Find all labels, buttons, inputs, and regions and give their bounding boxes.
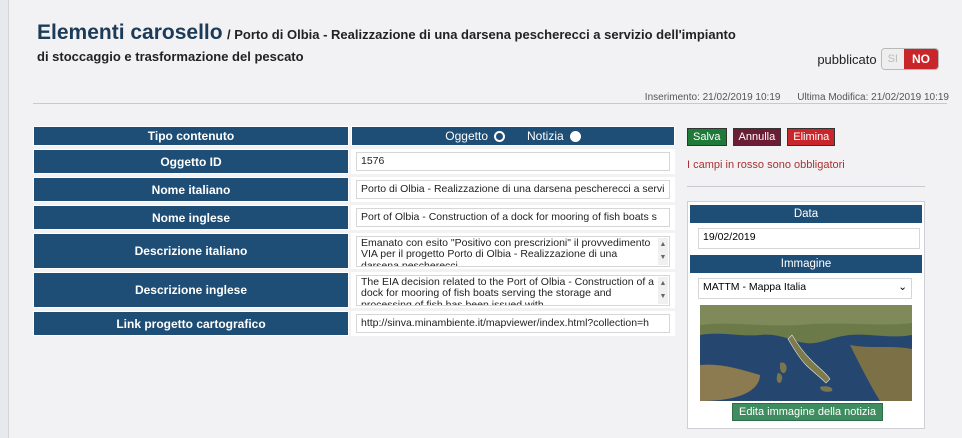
link-cartografico-input[interactable]: http://sinva.minambiente.it/mapviewer/in… — [356, 314, 670, 333]
descrizione-inglese-label: Descrizione inglese — [33, 272, 349, 308]
nome-inglese-input[interactable]: Port of Olbia - Construction of a dock f… — [356, 208, 670, 227]
italy-satellite-map-icon — [700, 305, 912, 401]
publish-label: pubblicato — [817, 51, 877, 67]
type-option-notizia-label: Notizia — [527, 129, 564, 143]
save-button[interactable]: Salva — [687, 128, 727, 146]
link-cartografico-cell: http://sinva.minambiente.it/mapviewer/in… — [351, 311, 675, 336]
delete-button[interactable]: Elimina — [787, 128, 836, 146]
descrizione-italiano-cell: Emanato con esito "Positivo con prescriz… — [351, 233, 675, 269]
side-panel: Data 19/02/2019 Immagine MATTM - Mappa I… — [687, 201, 925, 429]
oggetto-id-label: Oggetto ID — [33, 149, 349, 174]
chevron-down-icon: ⌄ — [898, 281, 907, 293]
row-nome-italiano: Nome italiano Porto di Olbia - Realizzaz… — [33, 177, 677, 202]
descrizione-italiano-textarea[interactable]: Emanato con esito "Positivo con prescriz… — [356, 235, 670, 267]
row-descrizione-inglese: Descrizione inglese The EIA decision rel… — [33, 272, 677, 308]
page-title: Elementi carosello / Porto di Olbia - Re… — [37, 22, 737, 68]
publish-toggle-group: pubblicato SI NO — [817, 48, 939, 70]
page-title-main: Elementi carosello — [37, 21, 223, 44]
nome-italiano-cell: Porto di Olbia - Realizzazione di una da… — [351, 177, 675, 202]
publish-toggle-yes[interactable]: SI — [881, 49, 904, 69]
content-form: Tipo contenuto Oggetto Notizia Oggetto I… — [33, 126, 677, 339]
type-label: Tipo contenuto — [33, 126, 349, 146]
divider — [33, 103, 947, 104]
cancel-button[interactable]: Annulla — [732, 128, 782, 146]
date-input[interactable]: 19/02/2019 — [698, 228, 920, 249]
nome-inglese-label: Nome inglese — [33, 205, 349, 230]
nome-italiano-label: Nome italiano — [33, 177, 349, 202]
descrizione-inglese-cell: The EIA decision related to the Port of … — [351, 272, 675, 308]
type-options: Oggetto Notizia — [351, 126, 675, 146]
map-image — [700, 305, 912, 401]
image-select[interactable]: MATTM - Mappa Italia ⌄ — [698, 278, 912, 299]
required-note: I campi in rosso sono obbligatori — [687, 159, 845, 171]
descrizione-italiano-scrollbar[interactable]: ▲ ▼ — [658, 237, 668, 265]
row-nome-inglese: Nome inglese Port of Olbia - Constructio… — [33, 205, 677, 230]
type-option-oggetto-radio[interactable] — [494, 130, 505, 142]
date-header: Data — [690, 205, 922, 223]
action-buttons: Salva Annulla Elimina — [687, 128, 836, 146]
row-link-cartografico: Link progetto cartografico http://sinva.… — [33, 311, 677, 336]
page: Elementi carosello / Porto di Olbia - Re… — [8, 0, 962, 438]
meta-info: Inserimento: 21/02/2019 10:19 Ultima Mod… — [631, 92, 949, 103]
publish-toggle-no[interactable]: NO — [904, 49, 938, 69]
nome-italiano-input[interactable]: Porto di Olbia - Realizzazione di una da… — [356, 180, 670, 199]
oggetto-id-cell: 1576 — [351, 149, 675, 174]
type-option-oggetto-label: Oggetto — [445, 129, 488, 143]
descrizione-italiano-label: Descrizione italiano — [33, 233, 349, 269]
descrizione-inglese-text: The EIA decision related to the Port of … — [361, 275, 654, 306]
descrizione-inglese-textarea[interactable]: The EIA decision related to the Port of … — [356, 274, 670, 306]
edit-image-button[interactable]: Edita immagine della notizia — [732, 403, 883, 421]
modified-date: Ultima Modifica: 21/02/2019 10:19 — [797, 92, 949, 103]
image-select-value: MATTM - Mappa Italia — [703, 281, 807, 293]
nome-inglese-cell: Port of Olbia - Construction of a dock f… — [351, 205, 675, 230]
image-header: Immagine — [690, 255, 922, 273]
inserted-date: Inserimento: 21/02/2019 10:19 — [644, 92, 781, 103]
side-divider — [687, 186, 925, 187]
oggetto-id-input[interactable]: 1576 — [356, 152, 670, 171]
row-descrizione-italiano: Descrizione italiano Emanato con esito "… — [33, 233, 677, 269]
type-row: Tipo contenuto Oggetto Notizia — [33, 126, 677, 146]
row-oggetto-id: Oggetto ID 1576 — [33, 149, 677, 174]
link-cartografico-label: Link progetto cartografico — [33, 311, 349, 336]
descrizione-italiano-text: Emanato con esito "Positivo con prescriz… — [361, 236, 651, 267]
descrizione-inglese-scrollbar[interactable]: ▲ ▼ — [658, 276, 668, 304]
type-option-notizia-radio[interactable] — [569, 130, 581, 142]
publish-toggle[interactable]: SI NO — [880, 48, 939, 70]
